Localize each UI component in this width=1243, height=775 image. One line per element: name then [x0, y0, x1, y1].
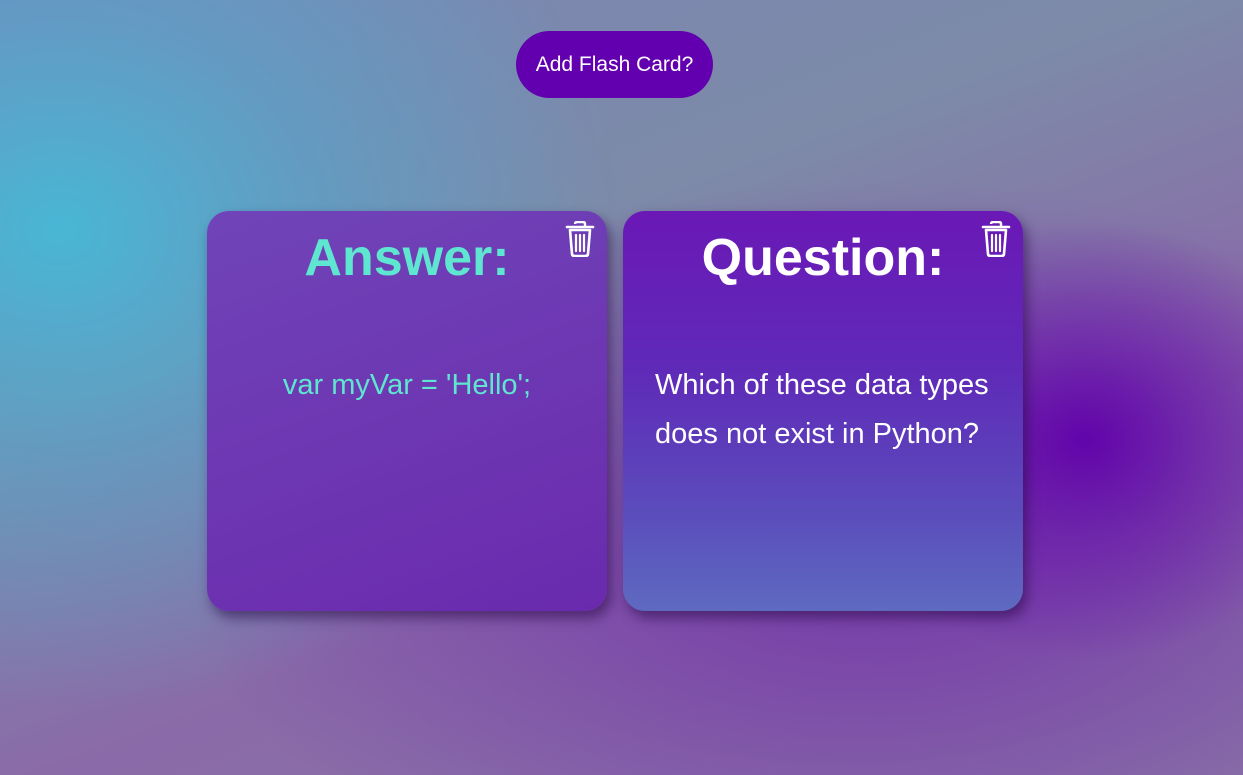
trash-icon[interactable] [981, 221, 1011, 257]
card-title: Question: [701, 229, 945, 287]
card-title: Answer: [304, 229, 510, 287]
flash-card-question[interactable]: Question: Which of these data types does… [623, 211, 1023, 611]
add-flash-card-button[interactable]: Add Flash Card? [516, 31, 713, 98]
card-answer-text: var myVar = 'Hello'; [282, 369, 532, 401]
flash-card-answer[interactable]: Answer: var myVar = 'Hello'; [207, 211, 607, 611]
card-question-text: Which of these data types does not exist… [655, 369, 989, 450]
trash-icon[interactable] [565, 221, 595, 257]
